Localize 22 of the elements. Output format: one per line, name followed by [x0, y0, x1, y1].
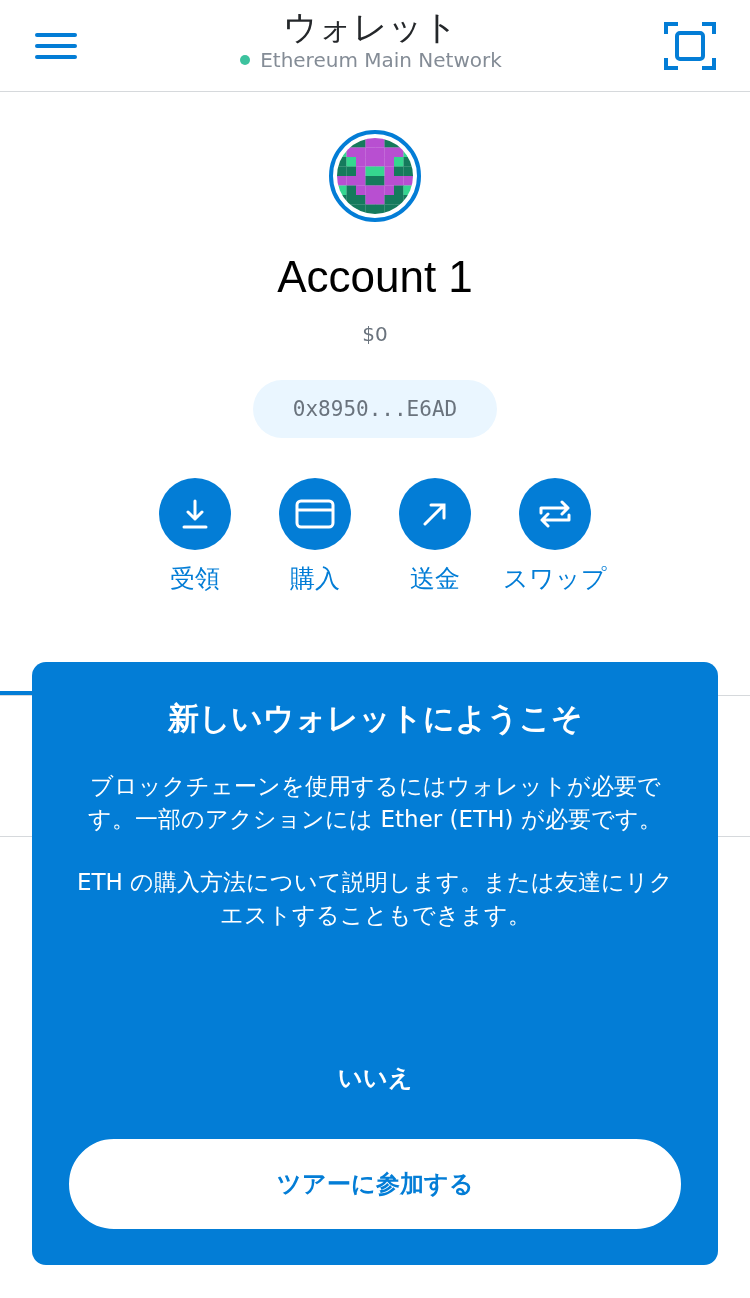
dialog-text: ETH の購入方法について説明します。または友達にリクエストすることもできます。: [75, 868, 675, 930]
account-balance: $0: [362, 322, 388, 346]
address-pill[interactable]: 0x8950...E6AD: [253, 380, 497, 438]
tour-button[interactable]: ツアーに参加する: [69, 1139, 681, 1229]
screen-title: ウォレット: [283, 5, 459, 48]
swap-icon: [538, 499, 572, 529]
download-icon: [181, 499, 209, 529]
dialog-text: ブロックチェーンを使用するにはウォレットが必要です。一部のアクションには Ether (ETH) が必要です。: [87, 772, 663, 834]
no-button[interactable]: いいえ: [331, 1061, 419, 1095]
action-label[interactable]: 受領: [170, 562, 220, 595]
card-icon: [295, 499, 335, 529]
network-status-dot: [240, 54, 251, 65]
network-name: Ethereum Main Network: [260, 47, 502, 72]
arrow-icon: [422, 501, 448, 527]
action-label[interactable]: 購入: [290, 562, 340, 595]
scan-icon[interactable]: [664, 19, 716, 72]
menu-icon[interactable]: [34, 30, 78, 61]
account-name: Account 1: [277, 252, 473, 302]
dialog-title: 新しいウォレットにようこそ: [167, 699, 583, 738]
action-label[interactable]: 送金: [410, 562, 460, 595]
action-label[interactable]: スワップ: [503, 562, 607, 595]
account-avatar[interactable]: [329, 130, 421, 222]
